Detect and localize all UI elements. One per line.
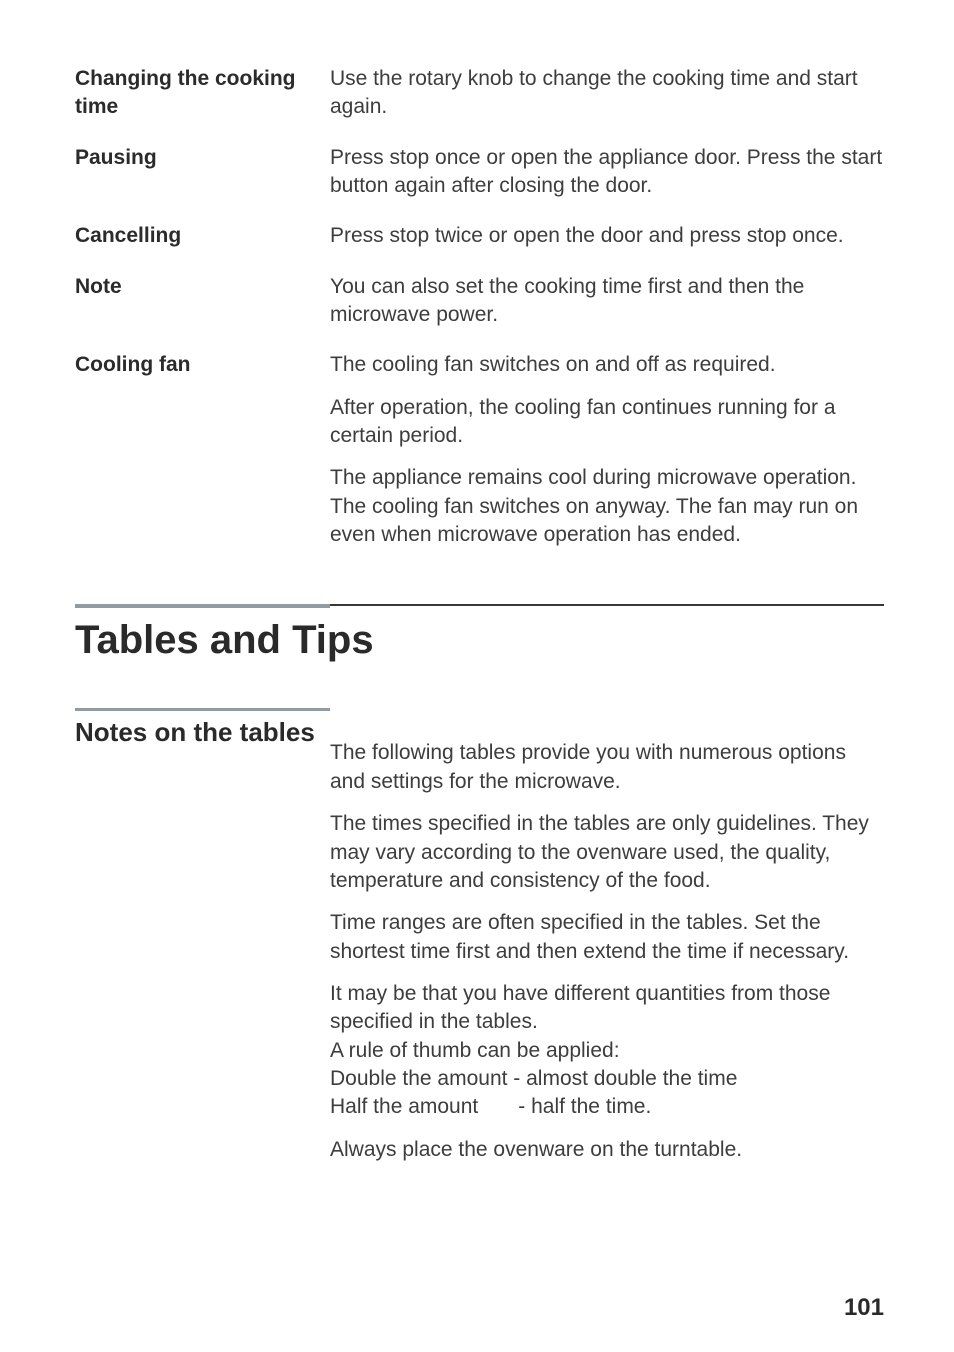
- text-changing-cooking-time: Use the rotary knob to change the cookin…: [330, 65, 884, 122]
- notes-p4b: A rule of thumb can be applied:: [330, 1039, 620, 1062]
- short-rule-h1: [75, 604, 330, 608]
- text-pausing: Press stop once or open the appliance do…: [330, 144, 884, 201]
- label-changing-cooking-time: Changing the cooking time: [75, 65, 330, 122]
- label-cancelling: Cancelling: [75, 222, 330, 250]
- notes-p2: The times specified in the tables are on…: [330, 810, 884, 895]
- text-cancelling: Press stop twice or open the door and pr…: [330, 222, 884, 250]
- notes-p1: The following tables provide you with nu…: [330, 739, 884, 796]
- full-rule-h1: [330, 604, 884, 606]
- notes-p4d-right: - half the time.: [518, 1093, 651, 1121]
- row-cancelling: Cancelling Press stop twice or open the …: [75, 222, 884, 250]
- text-note: You can also set the cooking time first …: [330, 273, 884, 330]
- section-divider: Tables and Tips: [75, 604, 884, 663]
- notes-p3: Time ranges are often specified in the t…: [330, 909, 884, 966]
- notes-p5: Always place the ovenware on the turntab…: [330, 1136, 884, 1164]
- notes-p4a: It may be that you have different quanti…: [330, 982, 830, 1033]
- label-pausing: Pausing: [75, 144, 330, 172]
- cooling-p3: The appliance remains cool during microw…: [330, 464, 884, 549]
- notes-section: Notes on the tables The following tables…: [75, 708, 884, 1163]
- row-note: Note You can also set the cooking time f…: [75, 273, 884, 330]
- col-cooling-fan-text: The cooling fan switches on and off as r…: [330, 351, 884, 549]
- cooling-p2: After operation, the cooling fan continu…: [330, 394, 884, 451]
- notes-p4-block: It may be that you have different quanti…: [330, 980, 884, 1122]
- page-number: 101: [844, 1294, 884, 1322]
- heading-tables-and-tips: Tables and Tips: [75, 618, 884, 663]
- row-changing-cooking-time: Changing the cooking time Use the rotary…: [75, 65, 884, 122]
- cooling-p1: The cooling fan switches on and off as r…: [330, 351, 884, 379]
- notes-p4d-left: Half the amount: [330, 1093, 518, 1121]
- row-cooling-fan: Cooling fan The cooling fan switches on …: [75, 351, 884, 549]
- notes-body: The following tables provide you with nu…: [330, 717, 884, 1163]
- heading-notes-on-the-tables: Notes on the tables: [75, 717, 330, 748]
- label-note: Note: [75, 273, 330, 301]
- page: Changing the cooking time Use the rotary…: [0, 0, 954, 1352]
- row-pausing: Pausing Press stop once or open the appl…: [75, 144, 884, 201]
- short-rule-h2: [75, 708, 330, 711]
- notes-p4c: Double the amount - almost double the ti…: [330, 1067, 737, 1090]
- label-cooling-fan: Cooling fan: [75, 351, 330, 379]
